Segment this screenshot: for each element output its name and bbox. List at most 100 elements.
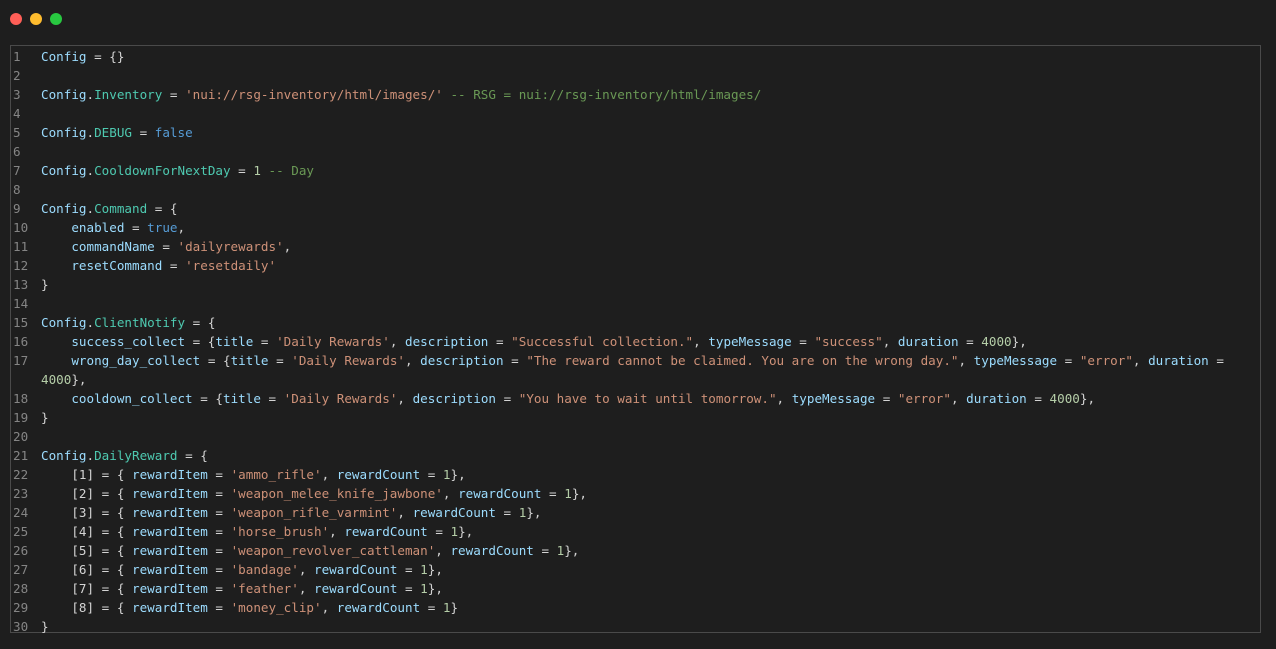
code-token: duration xyxy=(966,391,1027,406)
code-text: Config.DEBUG = false xyxy=(41,123,193,142)
code-token: = { xyxy=(185,334,216,349)
code-text: enabled = true, xyxy=(41,218,185,237)
code-token: description xyxy=(412,391,496,406)
code-token: = xyxy=(397,562,421,577)
code-token: Command xyxy=(94,201,148,216)
code-line: 15 Config.ClientNotify = { xyxy=(11,313,1260,332)
code-token: rewardItem xyxy=(132,467,208,482)
code-token: , xyxy=(177,220,186,235)
code-token: rewardItem xyxy=(132,524,208,539)
code-token: , xyxy=(435,543,451,558)
close-button[interactable] xyxy=(10,13,22,25)
code-token: = xyxy=(132,125,155,140)
code-token: 'weapon_melee_knife_jawbone' xyxy=(230,486,443,501)
code-token: } xyxy=(41,619,49,634)
line-number: 14 xyxy=(13,296,29,311)
code-token: = xyxy=(162,258,186,273)
code-line: 9 Config.Command = { xyxy=(11,199,1260,218)
code-line: 30} xyxy=(11,617,1260,636)
code-token: rewardCount xyxy=(344,524,428,539)
code-token: DailyReward xyxy=(94,448,178,463)
code-token: }, xyxy=(571,486,587,501)
code-token: = xyxy=(420,467,443,482)
code-token: , xyxy=(958,353,974,368)
code-token: 'horse_brush' xyxy=(230,524,330,539)
code-token: 1 xyxy=(442,600,451,615)
code-token: 4000 xyxy=(981,334,1012,349)
code-editor[interactable]: 1 Config = {} 2 3 Config.Inventory = 'nui://… xyxy=(10,45,1261,636)
code-line: 3 Config.Inventory = 'nui://rsg-inventory… xyxy=(11,85,1260,104)
code-token: -- RSG = nui://rsg-inventory/html/images… xyxy=(442,87,762,102)
line-number: 21 xyxy=(13,448,29,463)
code-line: 25 [4] = { rewardItem = 'horse_brush', r… xyxy=(11,522,1260,541)
code-token: = xyxy=(791,334,815,349)
line-number: 9 xyxy=(13,201,21,216)
code-token: [3] = { xyxy=(41,505,132,520)
code-token: = xyxy=(260,391,284,406)
code-token: Config xyxy=(41,448,87,463)
code-token: "The reward cannot be claimed. You are o… xyxy=(526,353,959,368)
code-line: 27 [6] = { rewardItem = 'bandage', rewar… xyxy=(11,560,1260,579)
code-token: 1 xyxy=(442,467,451,482)
line-number: 18 xyxy=(13,391,29,406)
code-token: , xyxy=(950,391,967,406)
code-token: 'weapon_revolver_cattleman' xyxy=(230,543,436,558)
code-token: } xyxy=(41,277,49,292)
line-number: 8 xyxy=(13,182,21,197)
code-text: [8] = { rewardItem = 'money_clip', rewar… xyxy=(41,598,458,617)
code-token: typeMessage xyxy=(973,353,1058,368)
code-token: } xyxy=(41,410,49,425)
code-line: 13} xyxy=(11,275,1260,294)
code-text: Config.CooldownForNextDay = 1 -- Day xyxy=(41,161,314,180)
code-line: 7 Config.CooldownForNextDay = 1 -- Day xyxy=(11,161,1260,180)
code-text: resetCommand = 'resetdaily' xyxy=(41,256,276,275)
code-line: 16 success_collect = {title = 'Daily Rew… xyxy=(11,332,1260,351)
code-token: . xyxy=(86,87,95,102)
code-line: 24 [3] = { rewardItem = 'weapon_rifle_va… xyxy=(11,503,1260,522)
minimize-button[interactable] xyxy=(30,13,42,25)
line-number: 30 xyxy=(13,619,29,634)
code-token: }, xyxy=(427,562,443,577)
line-number: 16 xyxy=(13,334,29,349)
code-token: = { xyxy=(200,353,231,368)
code-token: . xyxy=(86,163,95,178)
code-token: rewardItem xyxy=(132,600,208,615)
code-token: }, xyxy=(450,467,466,482)
line-number: 24 xyxy=(13,505,29,520)
code-token: , xyxy=(882,334,898,349)
line-number: 15 xyxy=(13,315,29,330)
code-token: [2] = { xyxy=(41,486,132,501)
code-token: . xyxy=(86,125,95,140)
code-token: = xyxy=(488,334,512,349)
code-token: rewardCount xyxy=(336,600,421,615)
code-line: 5 Config.DEBUG = false xyxy=(11,123,1260,142)
code-text: success_collect = {title = 'Daily Reward… xyxy=(41,332,1026,351)
maximize-button[interactable] xyxy=(50,13,62,25)
code-line: 18 cooldown_collect = {title = 'Daily Re… xyxy=(11,389,1260,408)
code-token: = xyxy=(1026,391,1050,406)
code-token: 'money_clip' xyxy=(230,600,322,615)
code-token: rewardItem xyxy=(132,581,208,596)
line-number: 5 xyxy=(13,125,21,140)
code-token: = xyxy=(207,562,231,577)
code-token: } xyxy=(450,600,459,615)
code-token: , xyxy=(298,581,314,596)
code-token: = xyxy=(207,505,231,520)
code-token: = xyxy=(1057,353,1080,368)
code-line: 1 Config = {} xyxy=(11,47,1260,66)
code-token: typeMessage xyxy=(708,334,792,349)
code-line: 29 [8] = { rewardItem = 'money_clip', re… xyxy=(11,598,1260,617)
line-number: 6 xyxy=(13,144,21,159)
code-token: = xyxy=(162,87,186,102)
code-token: [5] = { xyxy=(41,543,132,558)
code-token: , xyxy=(693,334,709,349)
code-token: }, xyxy=(526,505,542,520)
code-token: 1 xyxy=(420,562,428,577)
line-number: 17 xyxy=(13,353,29,368)
code-token: ClientNotify xyxy=(94,315,186,330)
code-token: 1 xyxy=(450,524,459,539)
code-line: 20 xyxy=(11,427,1260,446)
line-number: 25 xyxy=(13,524,29,539)
code-token: = xyxy=(268,353,292,368)
code-token: 'ammo_rifle' xyxy=(230,467,322,482)
